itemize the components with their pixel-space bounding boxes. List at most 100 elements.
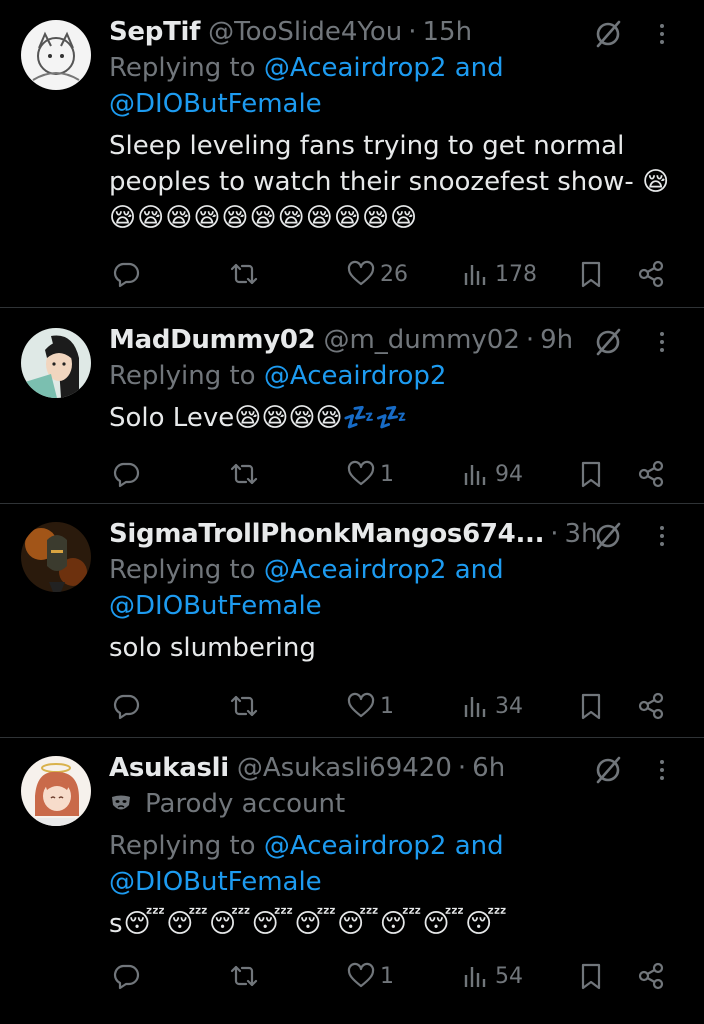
timestamp[interactable]: 9h xyxy=(540,325,573,355)
display-name[interactable]: Asukasli xyxy=(109,753,229,783)
display-name[interactable]: SigmaTrollPhonkMangos674... xyxy=(109,519,544,549)
more-icon[interactable] xyxy=(644,16,680,52)
views-button[interactable]: 94 xyxy=(461,459,523,489)
repost-icon xyxy=(230,965,258,987)
tweet[interactable]: SigmaTrollPhonkMangos674... · 3h Replyin… xyxy=(0,504,704,738)
reply-icon xyxy=(113,262,140,288)
tweet-text: Sleep leveling fans trying to get normal… xyxy=(109,128,680,236)
views-icon xyxy=(464,697,486,717)
mention-link[interactable]: @Aceairdrop2 and xyxy=(264,53,504,83)
like-icon xyxy=(347,460,375,486)
reply-button[interactable] xyxy=(111,259,141,289)
repost-button[interactable] xyxy=(229,961,259,991)
bookmark-button[interactable] xyxy=(576,691,606,721)
replying-to-label: Replying to xyxy=(109,53,256,83)
share-icon xyxy=(638,460,664,488)
grok-icon[interactable] xyxy=(592,754,624,786)
mention-link[interactable]: @Aceairdrop2 xyxy=(264,361,447,391)
like-count: 1 xyxy=(380,461,394,487)
separator-dot: · xyxy=(550,519,559,549)
tweet-text-line: solo slumbering xyxy=(109,633,316,663)
display-name[interactable]: SepTif xyxy=(109,17,200,47)
user-handle[interactable]: @m_dummy02 xyxy=(323,325,519,355)
repost-icon xyxy=(230,695,258,717)
action-bar: 26 178 xyxy=(0,254,704,294)
share-icon xyxy=(638,260,664,288)
bookmark-button[interactable] xyxy=(576,259,606,289)
user-handle[interactable]: @TooSlide4You xyxy=(208,17,402,47)
reply-context: Replying to @Aceairdrop2 xyxy=(109,358,680,394)
tweet-text: s😴😴😴😴😴😴😴😴😴 xyxy=(109,906,680,942)
separator-dot: · xyxy=(457,753,467,783)
views-icon xyxy=(464,967,486,987)
action-bar: 1 34 xyxy=(0,686,704,726)
tweet[interactable]: SepTif @TooSlide4You · 15h Replying to @… xyxy=(0,0,704,308)
avatar[interactable] xyxy=(21,328,91,398)
like-count: 1 xyxy=(380,693,394,719)
repost-icon xyxy=(230,263,258,285)
tweet-text-line: peoples to watch their snoozefest show- … xyxy=(109,167,670,197)
reply-button[interactable] xyxy=(111,961,141,991)
action-bar: 1 54 xyxy=(0,956,704,996)
share-icon xyxy=(638,692,664,720)
tweet[interactable]: MadDummy02 @m_dummy02 · 9h Replying to @… xyxy=(0,308,704,504)
repost-button[interactable] xyxy=(229,691,259,721)
reply-icon xyxy=(113,964,140,990)
grok-icon[interactable] xyxy=(592,18,624,50)
tweet-text-line: Sleep leveling fans trying to get normal xyxy=(109,131,625,161)
tweet-text: solo slumbering xyxy=(109,630,680,666)
reply-context: Replying to @Aceairdrop2 and xyxy=(109,552,680,588)
share-button[interactable] xyxy=(636,961,666,991)
tweet-text-line: 😪😪😪😪😪😪😪😪😪😪😪 xyxy=(109,203,419,233)
like-button[interactable]: 1 xyxy=(346,459,394,489)
bookmark-icon xyxy=(581,963,601,990)
mention-link[interactable]: @Aceairdrop2 and xyxy=(264,555,504,585)
bookmark-button[interactable] xyxy=(576,459,606,489)
like-button[interactable]: 1 xyxy=(346,691,394,721)
repost-button[interactable] xyxy=(229,459,259,489)
reply-icon xyxy=(113,462,140,488)
grok-icon[interactable] xyxy=(592,520,624,552)
tweet[interactable]: Asukasli @Asukasli69420 · 6h Parody acco… xyxy=(0,738,704,1024)
separator-dot: · xyxy=(525,325,535,355)
parody-account-text: Parody account xyxy=(145,789,346,819)
views-button[interactable]: 34 xyxy=(461,691,523,721)
view-count: 178 xyxy=(495,261,537,287)
reply-button[interactable] xyxy=(111,459,141,489)
share-icon xyxy=(638,962,664,990)
mention-link[interactable]: @Aceairdrop2 and xyxy=(264,831,504,861)
timestamp[interactable]: 15h xyxy=(423,17,473,47)
user-handle[interactable]: @Asukasli69420 xyxy=(237,753,452,783)
view-count: 94 xyxy=(495,461,523,487)
mention-link[interactable]: @DIOButFemale xyxy=(109,86,680,122)
like-button[interactable]: 1 xyxy=(346,961,394,991)
avatar[interactable] xyxy=(21,522,91,592)
avatar[interactable] xyxy=(21,756,91,826)
display-name[interactable]: MadDummy02 xyxy=(109,325,316,355)
more-icon[interactable] xyxy=(644,324,680,360)
view-count: 54 xyxy=(495,963,523,989)
share-button[interactable] xyxy=(636,691,666,721)
views-button[interactable]: 54 xyxy=(461,961,523,991)
share-button[interactable] xyxy=(636,259,666,289)
bookmark-button[interactable] xyxy=(576,961,606,991)
share-button[interactable] xyxy=(636,459,666,489)
repost-icon xyxy=(230,463,258,485)
more-icon[interactable] xyxy=(644,752,680,788)
mention-link[interactable]: @DIOButFemale xyxy=(109,864,680,900)
like-button[interactable]: 26 xyxy=(346,259,408,289)
mention-link[interactable]: @DIOButFemale xyxy=(109,588,680,624)
reply-context: Replying to @Aceairdrop2 and xyxy=(109,50,680,86)
views-button[interactable]: 178 xyxy=(461,259,537,289)
repost-button[interactable] xyxy=(229,259,259,289)
timestamp[interactable]: 6h xyxy=(472,753,505,783)
reply-button[interactable] xyxy=(111,691,141,721)
parody-label: Parody account xyxy=(109,786,680,822)
avatar[interactable] xyxy=(21,20,91,90)
grok-icon[interactable] xyxy=(592,326,624,358)
views-icon xyxy=(464,265,486,285)
like-icon xyxy=(347,962,375,988)
replying-to-label: Replying to xyxy=(109,831,256,861)
bookmark-icon xyxy=(581,261,601,288)
more-icon[interactable] xyxy=(644,518,680,554)
